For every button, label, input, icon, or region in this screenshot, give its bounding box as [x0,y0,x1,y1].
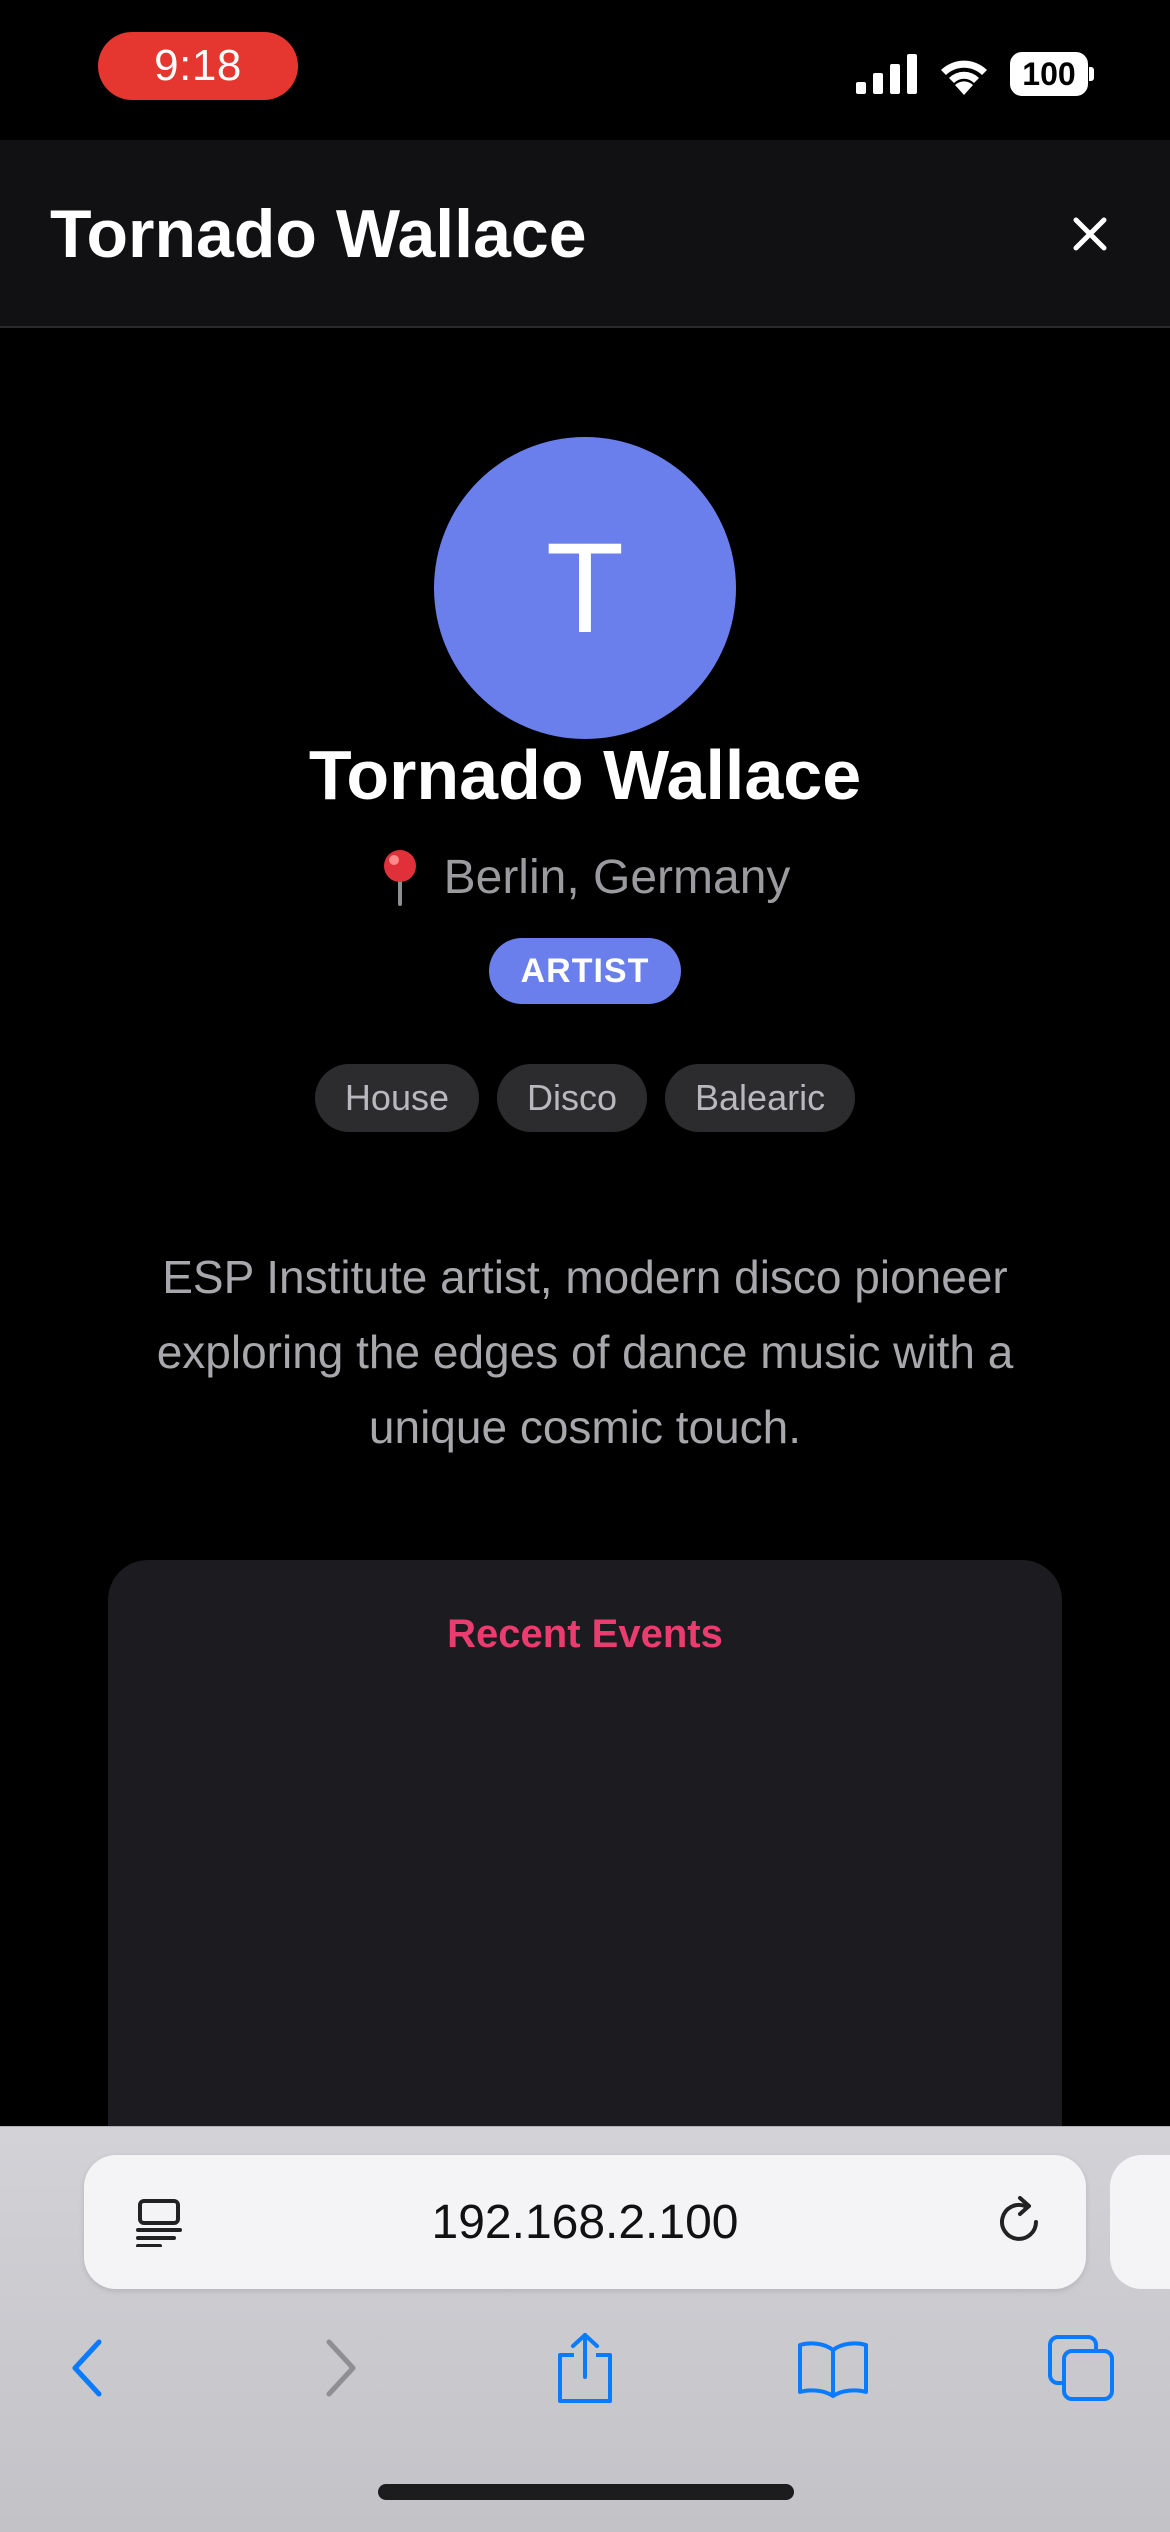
close-button[interactable] [1050,194,1130,274]
forward-button[interactable] [296,2323,386,2413]
screen: 9:18 100 Tornado Wallace T Tornado Walla… [0,0,1170,2532]
home-indicator[interactable] [378,2484,794,2500]
bookmarks-button[interactable] [788,2323,878,2413]
next-tab-peek[interactable] [1110,2155,1170,2289]
wifi-icon [941,60,987,95]
address-bar[interactable]: 192.168.2.100 [84,2155,1086,2289]
status-time[interactable]: 9:18 [98,32,298,100]
location: Berlin, Germany [0,848,1170,906]
pin-icon [383,850,416,906]
recent-events-title: Recent Events [447,1612,723,1656]
genre-tag[interactable]: House [314,1064,479,1132]
browser-toolbar: 192.168.2.100 [0,2126,1170,2532]
share-button[interactable] [540,2323,630,2413]
url-text[interactable]: 192.168.2.100 [84,2155,1086,2289]
battery-icon: 100 [1010,52,1094,96]
back-button[interactable] [42,2323,132,2413]
genre-tag[interactable]: Disco [496,1064,648,1132]
role-badge: ARTIST [489,938,681,1004]
recent-events-card: Recent Events [108,1560,1062,2200]
status-bar: 9:18 100 [0,0,1170,140]
profile-header: Tornado Wallace [0,140,1170,328]
avatar: T [434,437,736,739]
tabs-icon [1048,2335,1114,2401]
close-icon [1073,217,1107,251]
bookmarks-icon [798,2341,868,2398]
signal-icon [856,54,917,94]
genre-tags: House Disco Balearic [0,1064,1170,1132]
back-icon [72,2339,102,2397]
artist-bio: ESP Institute artist, modern disco pione… [156,1251,1014,1453]
reload-icon[interactable] [992,2195,1046,2249]
forward-icon [326,2339,356,2397]
location-text: Berlin, Germany [443,850,791,904]
share-icon [558,2333,612,2403]
genre-tag[interactable]: Balearic [665,1064,856,1132]
status-icons: 100 [856,44,1094,104]
artist-name: Tornado Wallace [308,736,862,814]
battery-level: 100 [1022,56,1076,92]
tabs-button[interactable] [1036,2323,1126,2413]
header-title: Tornado Wallace [50,196,587,272]
